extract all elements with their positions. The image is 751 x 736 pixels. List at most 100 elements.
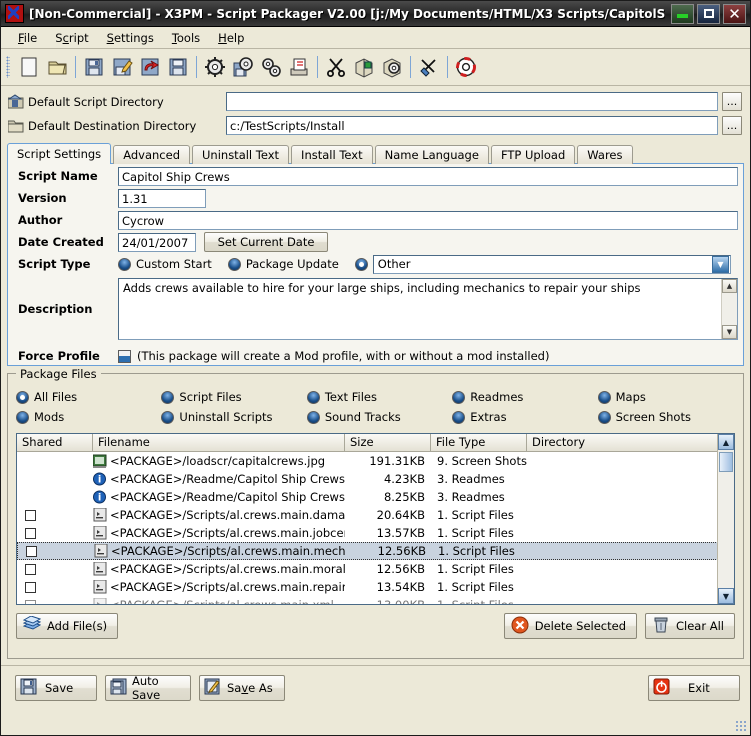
save-as-button[interactable]: Save As bbox=[199, 675, 285, 701]
column-header-directory[interactable]: Directory bbox=[527, 434, 734, 452]
auto-save-button[interactable]: Auto Save bbox=[105, 674, 191, 702]
column-header-size[interactable]: Size bbox=[345, 434, 431, 452]
date-created-input[interactable]: 24/01/2007 bbox=[118, 232, 196, 252]
gear-save-icon[interactable] bbox=[230, 54, 256, 80]
revert-icon[interactable] bbox=[137, 54, 163, 80]
filter-uninstall-scripts[interactable]: Uninstall Scripts bbox=[161, 407, 306, 427]
clear-all-button[interactable]: Clear All bbox=[645, 613, 735, 639]
row-shared-checkbox[interactable] bbox=[25, 527, 36, 539]
table-row[interactable]: <PACKAGE>/Scripts/al.crews.main.xml 13.0… bbox=[17, 596, 734, 604]
minimize-button[interactable] bbox=[671, 3, 694, 24]
scroll-down-icon[interactable]: ▼ bbox=[722, 325, 737, 339]
set-current-date-button[interactable]: Set Current Date bbox=[204, 232, 328, 252]
row-shared-checkbox[interactable] bbox=[25, 563, 36, 575]
save-button[interactable]: Save bbox=[15, 675, 97, 701]
maximize-button[interactable] bbox=[697, 3, 720, 24]
column-header-shared[interactable]: Shared bbox=[17, 434, 93, 452]
tab-name-language[interactable]: Name Language bbox=[374, 145, 489, 164]
description-textarea[interactable]: Adds crews available to hire for your la… bbox=[118, 278, 738, 340]
filter-sound-tracks[interactable]: Sound Tracks bbox=[306, 407, 452, 427]
exit-button[interactable]: Exit bbox=[648, 675, 740, 701]
scrollbar-thumb[interactable] bbox=[719, 452, 733, 472]
scroll-up-icon[interactable]: ▲ bbox=[718, 434, 734, 450]
row-shared-checkbox[interactable] bbox=[25, 599, 36, 604]
scroll-up-icon[interactable]: ▲ bbox=[722, 279, 737, 293]
menu-tools[interactable]: Tools bbox=[163, 29, 209, 47]
radio-readmes[interactable] bbox=[452, 390, 466, 404]
filter-maps[interactable]: Maps bbox=[597, 387, 743, 407]
filter-text-files[interactable]: Text Files bbox=[306, 387, 452, 407]
row-shared-checkbox[interactable] bbox=[26, 545, 37, 557]
add-files-button[interactable]: Add File(s) bbox=[16, 613, 119, 639]
scissors-icon[interactable] bbox=[323, 54, 349, 80]
table-row[interactable]: <PACKAGE>/Scripts/al.crews.main.morale.x… bbox=[17, 560, 734, 578]
open-folder-icon[interactable] bbox=[44, 54, 70, 80]
filter-script-files[interactable]: Script Files bbox=[161, 387, 306, 407]
table-row[interactable]: <PACKAGE>/Scripts/al.crews.main.mechanic… bbox=[17, 542, 734, 560]
repair-tools-icon[interactable] bbox=[416, 54, 442, 80]
save-icon[interactable] bbox=[81, 54, 107, 80]
radio-sound-tracks[interactable] bbox=[306, 410, 320, 424]
package-icon[interactable] bbox=[351, 54, 377, 80]
description-scrollbar[interactable]: ▲ ▼ bbox=[721, 279, 737, 339]
radio-other[interactable] bbox=[354, 257, 368, 271]
tab-uninstall-text[interactable]: Uninstall Text bbox=[192, 145, 290, 164]
menu-file[interactable]: File bbox=[9, 29, 46, 47]
install-icon[interactable] bbox=[286, 54, 312, 80]
browse-script-directory-button[interactable]: ... bbox=[722, 92, 742, 111]
menu-settings[interactable]: Settings bbox=[98, 29, 163, 47]
menu-help[interactable]: Help bbox=[209, 29, 253, 47]
table-row[interactable]: <PACKAGE>/Readme/Capitol Ship Crews/crew… bbox=[17, 488, 734, 506]
resize-grip[interactable] bbox=[735, 720, 746, 731]
browse-destination-directory-button[interactable]: ... bbox=[722, 116, 742, 135]
close-button[interactable]: ✕ bbox=[723, 3, 746, 24]
version-input[interactable]: 1.31 bbox=[118, 188, 206, 208]
radio-all-files[interactable] bbox=[16, 390, 29, 404]
tab-wares[interactable]: Wares bbox=[577, 145, 633, 164]
radio-script-files[interactable] bbox=[161, 390, 175, 404]
radio-extras[interactable] bbox=[452, 410, 466, 424]
radio-maps[interactable] bbox=[597, 390, 611, 404]
tab-ftp-upload[interactable]: FTP Upload bbox=[490, 145, 576, 164]
force-profile-checkbox[interactable] bbox=[118, 349, 131, 363]
new-icon[interactable] bbox=[16, 54, 42, 80]
filter-readmes[interactable]: Readmes bbox=[452, 387, 597, 407]
default-destination-directory-input[interactable]: c:/TestScripts/Install bbox=[226, 116, 718, 135]
radio-package-update[interactable] bbox=[227, 257, 241, 271]
table-row[interactable]: <PACKAGE>/loadscr/capitalcrews.jpg 191.3… bbox=[17, 452, 734, 470]
table-row[interactable]: <PACKAGE>/Scripts/al.crews.main.repairdo… bbox=[17, 578, 734, 596]
save-as-icon[interactable] bbox=[109, 54, 135, 80]
save-all-icon[interactable] bbox=[165, 54, 191, 80]
column-header-file-type[interactable]: File Type bbox=[431, 434, 527, 452]
table-row[interactable]: <PACKAGE>/Scripts/al.crews.main.jobcente… bbox=[17, 524, 734, 542]
author-input[interactable]: Cycrow bbox=[118, 210, 738, 230]
filter-mods[interactable]: Mods bbox=[16, 407, 161, 427]
delete-selected-button[interactable]: Delete Selected bbox=[503, 613, 637, 639]
chevron-down-icon[interactable]: ▼ bbox=[712, 255, 729, 273]
row-shared-checkbox[interactable] bbox=[25, 509, 36, 521]
filter-all-files[interactable]: All Files bbox=[16, 387, 161, 407]
toolbar-grip[interactable] bbox=[6, 56, 10, 78]
column-header-filename[interactable]: Filename bbox=[93, 434, 345, 452]
table-row[interactable]: <PACKAGE>/Readme/Capitol Ship Crews/crew… bbox=[17, 470, 734, 488]
tab-advanced[interactable]: Advanced bbox=[113, 145, 190, 164]
gear-icon[interactable] bbox=[202, 54, 228, 80]
radio-text-files[interactable] bbox=[306, 390, 320, 404]
table-row[interactable]: <PACKAGE>/Scripts/al.crews.main.damage.x… bbox=[17, 506, 734, 524]
package-gear-icon[interactable] bbox=[379, 54, 405, 80]
tab-script-settings[interactable]: Script Settings bbox=[7, 143, 112, 164]
filter-extras[interactable]: Extras bbox=[452, 407, 597, 427]
tab-install-text[interactable]: Install Text bbox=[291, 145, 373, 164]
gears-icon[interactable] bbox=[258, 54, 284, 80]
radio-screen-shots[interactable] bbox=[597, 410, 611, 424]
filter-screen-shots[interactable]: Screen Shots bbox=[597, 407, 743, 427]
script-name-input[interactable]: Capitol Ship Crews bbox=[118, 166, 738, 186]
script-type-combo[interactable]: Other ▼ bbox=[372, 254, 731, 274]
radio-uninstall-scripts[interactable] bbox=[161, 410, 175, 424]
default-script-directory-input[interactable] bbox=[226, 92, 718, 111]
menu-script[interactable]: Script bbox=[46, 29, 97, 47]
table-vertical-scrollbar[interactable]: ▲ ▼ bbox=[717, 434, 734, 604]
radio-mods[interactable] bbox=[16, 410, 29, 424]
radio-custom-start[interactable] bbox=[118, 257, 131, 271]
scroll-down-icon[interactable]: ▼ bbox=[718, 588, 734, 604]
